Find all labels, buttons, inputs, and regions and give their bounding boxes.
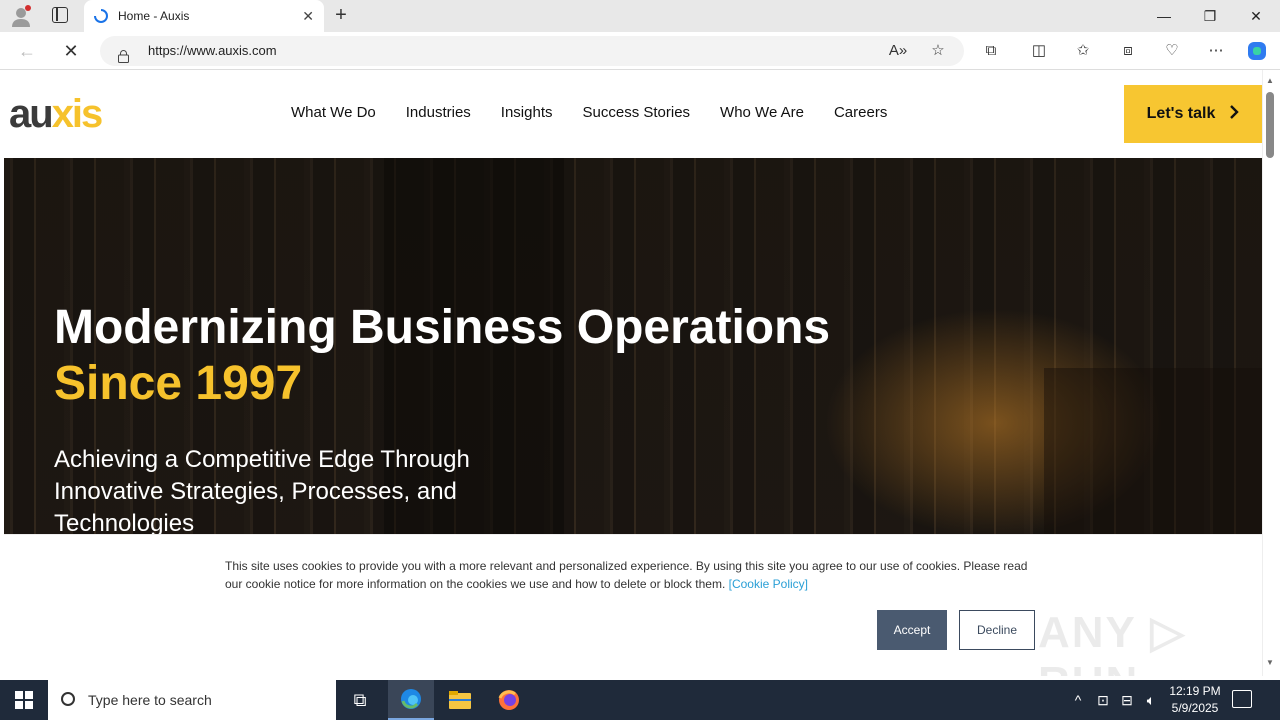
cookie-policy-link[interactable]: [Cookie Policy] (729, 577, 808, 591)
browser-essentials-icon[interactable]: ♡ (1161, 40, 1183, 62)
volume-icon[interactable]: 🔈︎ (1141, 680, 1161, 720)
profile-icon[interactable] (10, 5, 32, 27)
tray-overflow-icon[interactable]: ^ (1068, 680, 1088, 720)
close-window-button[interactable]: ✕ (1233, 0, 1279, 32)
close-tab-icon[interactable]: ✕ (302, 8, 314, 25)
cta-label: Let's talk (1146, 105, 1216, 122)
back-icon[interactable]: ← (16, 40, 38, 62)
lets-talk-button[interactable]: Let's talk (1124, 85, 1262, 143)
read-aloud-icon[interactable]: A» (887, 40, 909, 62)
split-screen-icon[interactable]: ◫ (1028, 40, 1050, 62)
tab-actions-icon[interactable] (52, 7, 68, 23)
taskbar-search[interactable]: Type here to search (48, 680, 336, 720)
hero-title-accent: Since 1997 (54, 357, 303, 410)
task-view-icon[interactable]: ⧉ (337, 680, 383, 720)
favorite-star-icon[interactable]: ☆ (927, 40, 949, 62)
hero-subtitle: Achieving a Competitive Edge Through Inn… (54, 446, 470, 537)
url-text: https://www.auxis.com (148, 43, 277, 58)
tab-title: Home - Auxis (118, 9, 190, 23)
favorites-icon[interactable]: ✩ (1072, 40, 1094, 62)
meet-now-icon[interactable]: ⊡ (1093, 680, 1113, 720)
stop-loading-icon[interactable]: ✕ (60, 40, 82, 62)
notifications-icon[interactable] (1232, 690, 1252, 708)
web-page: auxis What We Do Industries Insights Suc… (4, 70, 1262, 676)
clock-date: 5/9/2025 (1171, 701, 1219, 715)
collections-icon[interactable]: ⧈ (1117, 40, 1139, 62)
more-menu-icon[interactable]: ⋯ (1205, 40, 1227, 62)
accept-cookies-button[interactable]: Accept (877, 610, 947, 650)
chevron-right-icon (1229, 104, 1240, 124)
cookie-banner: This site uses cookies to provide you wi… (4, 534, 1262, 676)
nav-industries[interactable]: Industries (406, 104, 471, 121)
edge-taskbar-icon[interactable] (388, 680, 434, 720)
cookie-text: This site uses cookies to provide you wi… (225, 559, 1028, 591)
hero-title: Modernizing Business Operations (54, 301, 831, 354)
windows-icon (15, 691, 33, 709)
lock-icon (118, 44, 129, 63)
building-shape (1044, 368, 1262, 534)
nav-insights[interactable]: Insights (501, 104, 553, 121)
loading-icon (94, 9, 108, 23)
search-icon (61, 692, 75, 706)
minimize-button[interactable]: — (1141, 0, 1187, 32)
file-explorer-icon[interactable] (437, 680, 483, 720)
browser-tab-bar: Home - Auxis ✕ + — ❐ ✕ (0, 0, 1280, 32)
scroll-down-icon[interactable]: ▼ (1266, 658, 1274, 667)
main-nav: What We Do Industries Insights Success S… (291, 104, 887, 121)
scrollbar-thumb[interactable] (1266, 92, 1274, 158)
extensions-icon[interactable]: ⧉ (980, 40, 1002, 62)
url-field[interactable]: https://www.auxis.com (100, 36, 964, 66)
decline-cookies-button[interactable]: Decline (959, 610, 1035, 650)
search-placeholder: Type here to search (88, 692, 212, 708)
watermark: ANY ▷ RUN (1038, 608, 1187, 676)
hero-banner: Modernizing Business Operations Since 19… (4, 158, 1262, 538)
nav-careers[interactable]: Careers (834, 104, 887, 121)
tab-home-auxis[interactable]: Home - Auxis ✕ (84, 0, 324, 32)
windows-taskbar: Type here to search ⧉ ^ ⊡ ⊟ 🔈︎ 12:19 PM … (0, 680, 1280, 720)
logo-accent-text: xis (51, 92, 104, 136)
logo-text: au (9, 92, 54, 136)
system-clock[interactable]: 12:19 PM 5/9/2025 (1160, 683, 1230, 717)
new-tab-button[interactable]: + (330, 4, 352, 26)
cookie-message: This site uses cookies to provide you wi… (225, 557, 1045, 593)
scroll-up-icon[interactable]: ▲ (1266, 76, 1274, 85)
nav-success-stories[interactable]: Success Stories (583, 104, 691, 121)
start-button[interactable] (0, 680, 48, 720)
firefox-icon[interactable] (486, 680, 532, 720)
restore-button[interactable]: ❐ (1187, 0, 1233, 32)
copilot-icon[interactable] (1246, 40, 1268, 62)
network-icon[interactable]: ⊟ (1117, 680, 1137, 720)
auxis-logo[interactable]: auxis (9, 92, 104, 137)
nav-who-we-are[interactable]: Who We Are (720, 104, 804, 121)
site-header: auxis What We Do Industries Insights Suc… (4, 70, 1262, 158)
page-scrollbar[interactable]: ▲ ▼ (1262, 70, 1280, 676)
nav-what-we-do[interactable]: What We Do (291, 104, 376, 121)
clock-time: 12:19 PM (1169, 684, 1221, 698)
